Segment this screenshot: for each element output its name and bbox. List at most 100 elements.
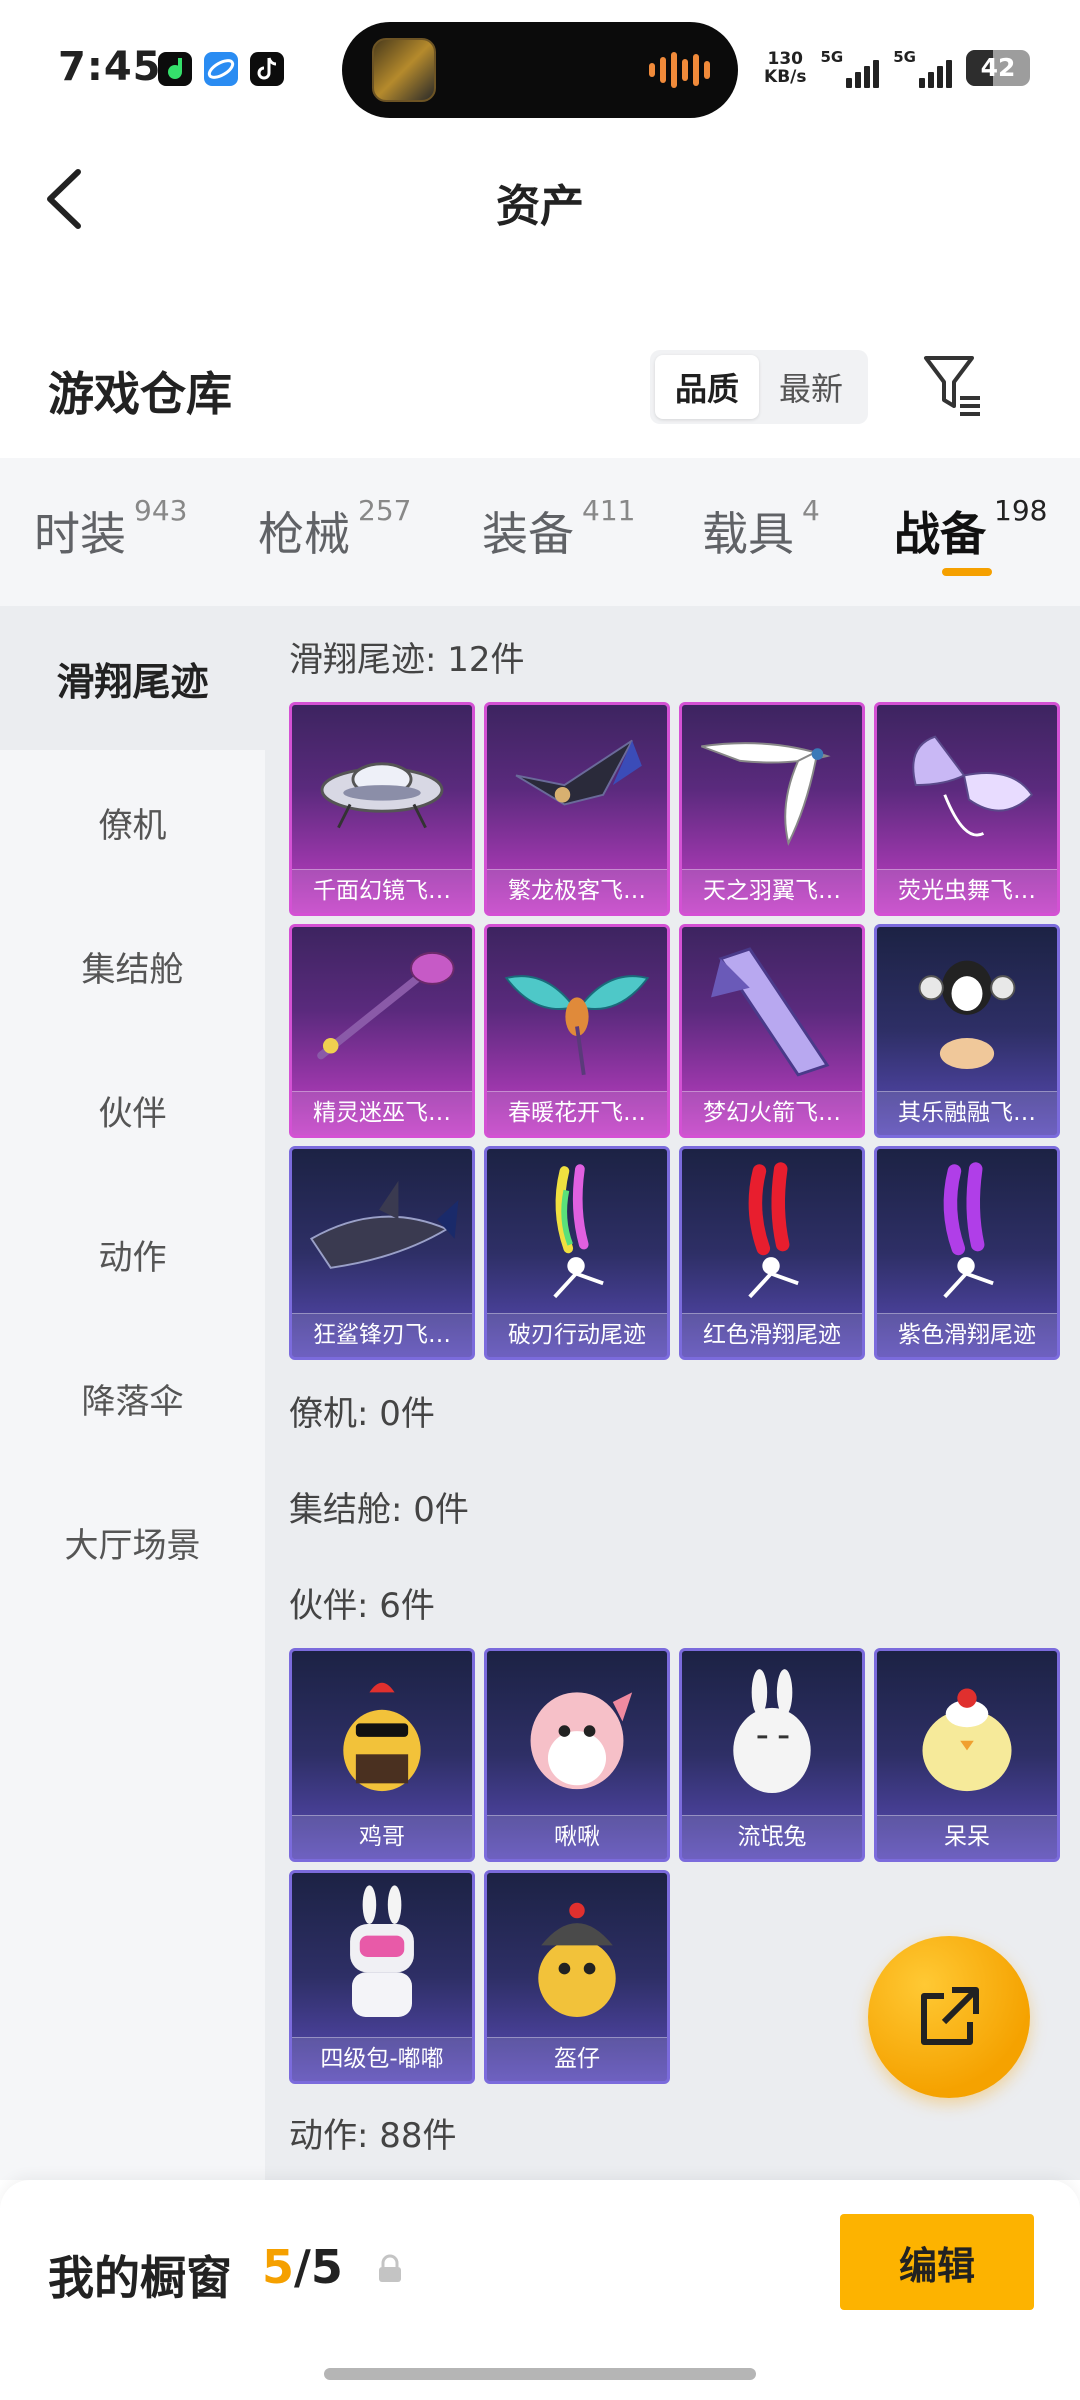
penguin-glider-icon bbox=[918, 960, 1016, 1070]
purple-trail-icon bbox=[943, 1162, 994, 1299]
status-indicators: 130 KB/s 5G 5G 42 bbox=[764, 48, 1030, 88]
game-thumbnail-icon bbox=[372, 38, 436, 102]
tab-firearms[interactable]: 枪械 257 bbox=[258, 494, 411, 564]
external-link-icon bbox=[921, 1987, 979, 2045]
tab-vehicles[interactable]: 载具 4 bbox=[702, 494, 820, 564]
section-label-companion: 伙伴: 6件 bbox=[289, 1586, 435, 1626]
share-fab-button[interactable] bbox=[868, 1936, 1030, 2098]
shark-glider-icon bbox=[309, 1180, 459, 1269]
section-label-glide-trail: 滑翔尾迹: 12件 bbox=[289, 640, 525, 680]
item-card[interactable]: 千面幻镜飞… bbox=[289, 702, 475, 916]
category-tabs: 时装 943 枪械 257 装备 411 载具 4 战备 198 bbox=[0, 458, 1080, 606]
rabbit-icon bbox=[733, 1669, 811, 1794]
item-card[interactable]: 四级包-嘟嘟 bbox=[289, 1870, 475, 2084]
item-name: 狂鲨锋刃飞… bbox=[292, 1313, 472, 1357]
item-name: 梦幻火箭飞… bbox=[682, 1091, 862, 1135]
ufo-glider-icon bbox=[320, 762, 444, 829]
chicken-icon bbox=[343, 1682, 421, 1792]
sort-option-quality[interactable]: 品质 bbox=[655, 355, 759, 419]
item-name: 其乐融融飞… bbox=[877, 1091, 1057, 1135]
dragon-glider-icon bbox=[515, 739, 642, 806]
item-name: 呆呆 bbox=[877, 1815, 1057, 1859]
lock-icon bbox=[379, 2254, 401, 2282]
item-card[interactable]: 其乐融融飞… bbox=[874, 924, 1060, 1138]
item-name: 千面幻镜飞… bbox=[292, 869, 472, 913]
status-time: 7:45 bbox=[58, 44, 162, 90]
item-card[interactable]: 繁龙极客飞… bbox=[484, 702, 670, 916]
item-name: 春暖花开飞… bbox=[487, 1091, 667, 1135]
status-bar: 7:45 130 KB/s 5G 5G 42 bbox=[0, 0, 1080, 130]
browser-app-icon bbox=[204, 52, 238, 86]
section-label-capsule: 集结舱: 0件 bbox=[289, 1490, 469, 1530]
edit-button[interactable]: 编辑 bbox=[840, 2214, 1034, 2310]
side-item-glide-trail[interactable]: 滑翔尾迹 bbox=[0, 606, 265, 750]
showcase-title: 我的橱窗 bbox=[48, 2251, 232, 2305]
item-card[interactable]: 紫色滑翔尾迹 bbox=[874, 1146, 1060, 1360]
warehouse-title: 游戏仓库 bbox=[48, 367, 232, 421]
filter-icon[interactable] bbox=[920, 352, 986, 418]
item-name: 盔仔 bbox=[487, 2037, 667, 2081]
item-name: 紫色滑翔尾迹 bbox=[877, 1313, 1057, 1357]
tab-fashion[interactable]: 时装 943 bbox=[34, 494, 187, 564]
side-item-emote[interactable]: 动作 bbox=[0, 1182, 265, 1326]
helmet-chick-icon bbox=[538, 1902, 616, 2017]
pink-bird-icon bbox=[530, 1692, 633, 1790]
side-item-parachute[interactable]: 降落伞 bbox=[0, 1326, 265, 1470]
side-item-companion[interactable]: 伙伴 bbox=[0, 1038, 265, 1182]
side-item-wingman[interactable]: 僚机 bbox=[0, 750, 265, 894]
red-trail-icon bbox=[748, 1162, 799, 1299]
item-card[interactable]: 呆呆 bbox=[874, 1648, 1060, 1862]
music-app-icon bbox=[158, 52, 192, 86]
section-label-emote: 动作: 88件 bbox=[289, 2116, 457, 2156]
sort-option-newest[interactable]: 最新 bbox=[759, 355, 863, 419]
item-name: 荧光虫舞飞… bbox=[877, 869, 1057, 913]
audio-wave-icon bbox=[649, 50, 710, 90]
side-item-capsule[interactable]: 集结舱 bbox=[0, 894, 265, 1038]
nav-bar: 资产 bbox=[0, 130, 1080, 270]
dynamic-island[interactable] bbox=[342, 22, 738, 118]
item-card[interactable]: 盔仔 bbox=[484, 1870, 670, 2084]
item-name: 红色滑翔尾迹 bbox=[682, 1313, 862, 1357]
item-card[interactable]: 流氓兔 bbox=[679, 1648, 865, 1862]
rainbow-trail-icon bbox=[553, 1164, 604, 1299]
feather-wing-icon bbox=[701, 742, 831, 846]
item-name: 流氓兔 bbox=[682, 1815, 862, 1859]
battery-icon: 42 bbox=[966, 50, 1030, 86]
showcase-bar: 我的橱窗 5/5 编辑 bbox=[0, 2180, 1080, 2400]
tab-equipment[interactable]: 装备 411 bbox=[482, 494, 635, 564]
item-card[interactable]: 鸡哥 bbox=[289, 1648, 475, 1862]
page-title: 资产 bbox=[496, 181, 584, 232]
broom-icon bbox=[317, 951, 455, 1060]
item-card[interactable]: 荧光虫舞飞… bbox=[874, 702, 1060, 916]
signal-icon: 5G bbox=[821, 48, 880, 88]
side-item-lobby-scene[interactable]: 大厅场景 bbox=[0, 1470, 265, 1614]
item-name: 鸡哥 bbox=[292, 1815, 472, 1859]
item-name: 四级包-嘟嘟 bbox=[292, 2037, 472, 2081]
sort-toggle: 品质 最新 bbox=[650, 350, 868, 424]
item-card[interactable]: 狂鲨锋刃飞… bbox=[289, 1146, 475, 1360]
network-speed: 130 KB/s bbox=[764, 49, 807, 87]
item-name: 啾啾 bbox=[487, 1815, 667, 1859]
warehouse-header: 游戏仓库 品质 最新 bbox=[0, 340, 1080, 450]
rocket-glider-icon bbox=[711, 947, 830, 1077]
home-indicator[interactable] bbox=[324, 2368, 756, 2380]
showcase-count: 5/5 bbox=[262, 2240, 343, 2294]
item-card[interactable]: 梦幻火箭飞… bbox=[679, 924, 865, 1138]
chick-icon bbox=[922, 1688, 1012, 1792]
tab-combat-gear[interactable]: 战备 198 bbox=[894, 494, 1047, 564]
item-card[interactable]: 啾啾 bbox=[484, 1648, 670, 1862]
item-card[interactable]: 红色滑翔尾迹 bbox=[679, 1146, 865, 1360]
item-name: 天之羽翼飞… bbox=[682, 869, 862, 913]
item-card[interactable]: 破刃行动尾迹 bbox=[484, 1146, 670, 1360]
signal-icon-2: 5G bbox=[893, 48, 952, 88]
section-label-wingman: 僚机: 0件 bbox=[289, 1394, 435, 1434]
item-name: 精灵迷巫飞… bbox=[292, 1091, 472, 1135]
butterfly-wing-icon bbox=[912, 735, 1034, 837]
item-card[interactable]: 春暖花开飞… bbox=[484, 924, 670, 1138]
item-card[interactable]: 天之羽翼飞… bbox=[679, 702, 865, 916]
tiktok-icon bbox=[250, 52, 284, 86]
item-name: 繁龙极客飞… bbox=[487, 869, 667, 913]
active-tab-indicator bbox=[942, 568, 992, 576]
item-card[interactable]: 精灵迷巫飞… bbox=[289, 924, 475, 1138]
item-name: 破刃行动尾迹 bbox=[487, 1313, 667, 1357]
